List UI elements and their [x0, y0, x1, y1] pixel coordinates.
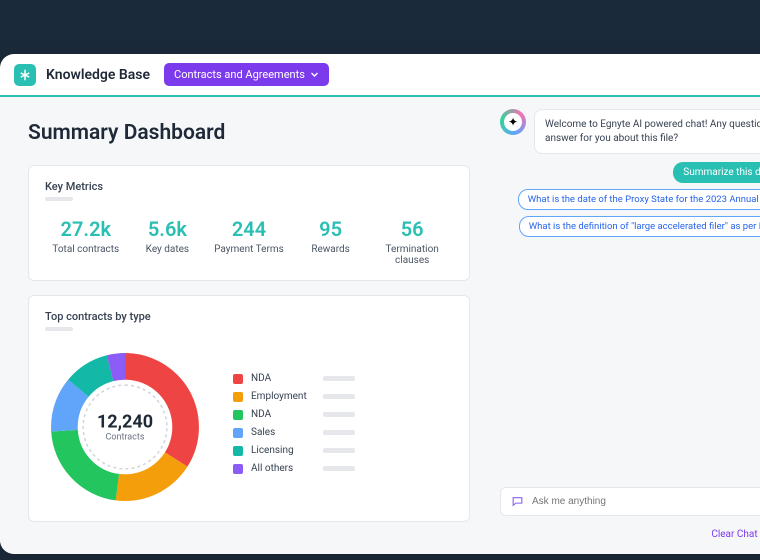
chat-welcome-row: ✦ Welcome to Egnyte AI powered chat! Any…: [500, 109, 760, 154]
legend-label: Licensing: [251, 445, 323, 456]
metric-item: 27.2k Total contracts: [45, 217, 127, 266]
chat-input[interactable]: [532, 496, 760, 507]
legend-swatch: [233, 446, 243, 456]
metric-item: 244 Payment Terms: [208, 217, 290, 266]
app-window: Knowledge Base Contracts and Agreements …: [0, 54, 760, 554]
metric-value: 244: [208, 217, 290, 241]
title-underline: [45, 327, 73, 331]
metric-item: 56 Termination clauses: [371, 217, 453, 266]
metric-item: 95 Rewards: [290, 217, 372, 266]
chat-welcome-message: Welcome to Egnyte AI powered chat! Any q…: [534, 109, 760, 154]
clear-chat-button[interactable]: Clear Chat: [711, 529, 757, 540]
content-area: Summary Dashboard Key Metrics 27.2k Tota…: [0, 97, 760, 554]
metric-label: Payment Terms: [208, 244, 290, 255]
legend-bar: [323, 448, 355, 453]
legend-item: NDA: [233, 373, 453, 384]
metric-value: 56: [371, 217, 453, 241]
legend-item: NDA: [233, 409, 453, 420]
chat-actions: Clear Chat Send: [500, 524, 760, 545]
metric-value: 27.2k: [45, 217, 127, 241]
legend-label: NDA: [251, 373, 323, 384]
legend-swatch: [233, 392, 243, 402]
chevron-down-icon: [310, 70, 319, 79]
summarize-button[interactable]: Summarize this document: [673, 162, 760, 183]
metric-label: Total contracts: [45, 244, 127, 255]
donut-center-label: Contracts: [97, 433, 153, 443]
legend-bar: [323, 376, 355, 381]
chat-input-box[interactable]: [500, 487, 760, 516]
legend-bar: [323, 430, 355, 435]
metric-value: 95: [290, 217, 372, 241]
chat-suggestion[interactable]: What is the date of the Proxy State for …: [518, 189, 760, 210]
metric-label: Key dates: [127, 244, 209, 255]
donut-center-value: 12,240: [97, 412, 153, 433]
legend-item: All others: [233, 463, 453, 474]
main-panel: Summary Dashboard Key Metrics 27.2k Tota…: [0, 97, 490, 554]
app-title: Knowledge Base: [46, 67, 150, 83]
legend-item: Licensing: [233, 445, 453, 456]
page-title: Summary Dashboard: [28, 121, 470, 145]
legend-swatch: [233, 428, 243, 438]
legend-item: Employment: [233, 391, 453, 402]
top-contracts-card: Top contracts by type 12,240 Contracts N…: [28, 295, 470, 522]
chat-suggestion-row: What is the definition of "large acceler…: [500, 216, 760, 237]
legend-bar: [323, 412, 355, 417]
logo-icon: [14, 64, 36, 86]
chat-icon: [511, 495, 524, 508]
metric-value: 5.6k: [127, 217, 209, 241]
chat-action-row: Summarize this document: [500, 162, 760, 183]
legend-item: Sales: [233, 427, 453, 438]
breadcrumb-dropdown[interactable]: Contracts and Agreements: [164, 63, 329, 86]
legend-bar: [323, 394, 355, 399]
metrics-row: 27.2k Total contracts 5.6k Key dates 244…: [45, 217, 453, 266]
key-metrics-card: Key Metrics 27.2k Total contracts 5.6k K…: [28, 165, 470, 281]
chat-panel: ✦ Welcome to Egnyte AI powered chat! Any…: [490, 97, 760, 554]
donut-center: 12,240 Contracts: [97, 412, 153, 443]
legend-bar: [323, 466, 355, 471]
top-bar: Knowledge Base Contracts and Agreements: [0, 54, 760, 97]
metric-label: Rewards: [290, 244, 372, 255]
breadcrumb-label: Contracts and Agreements: [174, 68, 305, 81]
donut-section: 12,240 Contracts NDA Employment NDA Sales Li…: [45, 347, 453, 507]
chat-suggestion[interactable]: What is the definition of "large acceler…: [519, 216, 760, 237]
ai-avatar-icon: ✦: [500, 109, 526, 135]
legend-swatch: [233, 374, 243, 384]
donut-chart: 12,240 Contracts: [45, 347, 205, 507]
legend-label: NDA: [251, 409, 323, 420]
top-contracts-title: Top contracts by type: [45, 310, 453, 323]
legend-label: All others: [251, 463, 323, 474]
legend-label: Sales: [251, 427, 323, 438]
title-underline: [45, 197, 73, 201]
legend-swatch: [233, 464, 243, 474]
legend-swatch: [233, 410, 243, 420]
metric-item: 5.6k Key dates: [127, 217, 209, 266]
key-metrics-title: Key Metrics: [45, 180, 453, 193]
metric-label: Termination clauses: [371, 244, 453, 266]
chat-input-area: Clear Chat Send: [500, 487, 760, 545]
legend-label: Employment: [251, 391, 323, 402]
donut-legend: NDA Employment NDA Sales Licensing All others: [233, 373, 453, 481]
chat-suggestion-row: What is the date of the Proxy State for …: [500, 189, 760, 210]
